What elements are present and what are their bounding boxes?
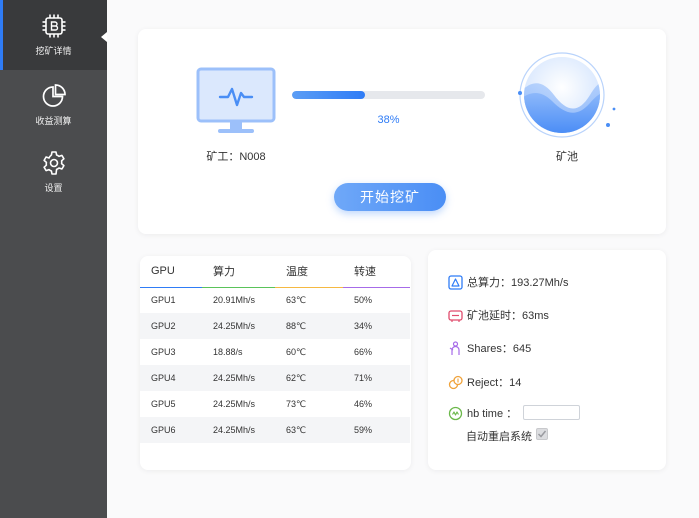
auto-restart-label: 自动重启系统	[466, 431, 532, 443]
main-content: 矿工：N008 38% 矿池 开始挖矿 GPU 算力 温度 转速 GPU1 20…	[107, 0, 699, 518]
cell-gpu: GPU2	[140, 313, 202, 339]
cell-temperature: 60℃	[286, 346, 307, 357]
pool-label: 矿池	[556, 151, 578, 163]
gpu-table-card: GPU 算力 温度 转速 GPU1 20.91Mh/s 63℃ 50% GPU2…	[140, 256, 411, 470]
sidebar-item-label: 挖矿详情	[35, 46, 72, 56]
stat-hb-time: hb time ：	[448, 405, 517, 421]
column-header-hashrate: 算力	[202, 256, 275, 288]
cell-fan-speed: 46%	[354, 399, 373, 409]
cell-fan-speed: 50%	[354, 295, 373, 306]
pool-latency-text: 矿池延时：63ms	[467, 310, 549, 322]
latency-icon	[448, 309, 463, 322]
table-row: GPU3 18.88/s 60℃ 66%	[140, 339, 410, 365]
sidebar-item-mining-details[interactable]: 挖矿详情	[0, 0, 107, 70]
mining-progress-text: 38%	[377, 114, 400, 126]
table-header-row: GPU 算力 温度 转速	[140, 256, 410, 288]
cell-temperature: 63℃	[275, 417, 343, 443]
monitor-icon	[196, 67, 276, 133]
pool-wave-icon	[518, 52, 616, 138]
stat-total-hashrate: 总算力：193.27Mh/s	[448, 274, 568, 290]
cell-hashrate: 18.88/s	[213, 347, 243, 357]
sidebar: 挖矿详情 收益测算 设置	[0, 0, 107, 518]
mining-status-card: 矿工：N008 38% 矿池 开始挖矿	[138, 29, 666, 234]
total-hashrate-text: 总算力：193.27Mh/s	[467, 277, 569, 289]
mining-progress-fill	[292, 91, 366, 99]
table-row: GPU1 20.91Mh/s 63℃ 50%	[140, 287, 410, 313]
cell-hashrate: 20.91Mh/s	[213, 295, 256, 306]
cell-hashrate: 24.25Mh/s	[202, 313, 275, 339]
stat-reject: Reject：14	[448, 374, 521, 390]
gpu-table: GPU 算力 温度 转速 GPU1 20.91Mh/s 63℃ 50% GPU2…	[140, 256, 410, 443]
cell-gpu: GPU4	[140, 365, 202, 391]
cell-gpu: GPU1	[151, 295, 176, 306]
hashrate-icon	[448, 274, 463, 290]
cell-temperature: 63℃	[286, 294, 307, 305]
column-header-gpu: GPU	[140, 256, 202, 288]
cell-gpu: GPU3	[151, 347, 176, 357]
shares-text: Shares：645	[467, 343, 532, 355]
cell-hashrate: 24.25Mh/s	[202, 417, 275, 443]
stat-pool-latency: 矿池延时：63ms	[448, 307, 549, 323]
auto-restart-checkbox[interactable]	[536, 428, 548, 440]
cell-gpu: GPU6	[140, 417, 202, 443]
hb-time-input[interactable]	[523, 405, 580, 420]
hb-time-label: hb time ：	[467, 408, 518, 420]
mining-progress-bar	[292, 91, 485, 99]
gear-icon	[42, 151, 65, 175]
cell-hashrate: 24.25Mh/s	[202, 365, 275, 391]
cell-temperature: 73℃	[286, 398, 307, 409]
reject-text: Reject：14	[467, 377, 522, 389]
sidebar-item-settings[interactable]: 设置	[0, 137, 107, 207]
cell-fan-speed: 71%	[343, 365, 410, 391]
sidebar-item-label: 设置	[44, 183, 63, 193]
miner-label: 矿工：N008	[206, 151, 266, 163]
cell-temperature: 62℃	[275, 365, 343, 391]
mining-stats-card: 总算力：193.27Mh/s 矿池延时：63ms Shares：645 Reje…	[428, 250, 666, 470]
cell-fan-speed: 59%	[343, 417, 410, 443]
stat-shares: Shares：645	[448, 340, 531, 356]
cell-gpu: GPU5	[151, 399, 176, 409]
chip-icon	[42, 14, 65, 38]
cell-temperature: 88℃	[275, 313, 343, 339]
table-row: GPU2 24.25Mh/s 88℃ 34%	[140, 313, 410, 339]
start-mining-button[interactable]: 开始挖矿	[334, 183, 446, 211]
sidebar-item-earnings-estimate[interactable]: 收益测算	[0, 70, 107, 140]
pie-chart-icon	[42, 84, 66, 107]
table-row: GPU5 24.25Mh/s 73℃ 46%	[140, 391, 410, 417]
hb-time-icon	[448, 406, 463, 420]
cell-hashrate: 24.25Mh/s	[213, 399, 256, 409]
column-header-temperature: 温度	[275, 256, 343, 288]
column-header-fan-speed: 转速	[343, 256, 410, 288]
table-row: GPU4 24.25Mh/s 62℃ 71%	[140, 365, 410, 391]
sidebar-item-label: 收益测算	[35, 116, 72, 126]
table-row: GPU6 24.25Mh/s 63℃ 59%	[140, 417, 410, 443]
shares-icon	[449, 340, 460, 355]
checkmark-icon	[537, 430, 547, 438]
reject-coins-icon	[448, 375, 463, 389]
cell-fan-speed: 34%	[343, 313, 410, 339]
cell-fan-speed: 66%	[354, 347, 373, 357]
